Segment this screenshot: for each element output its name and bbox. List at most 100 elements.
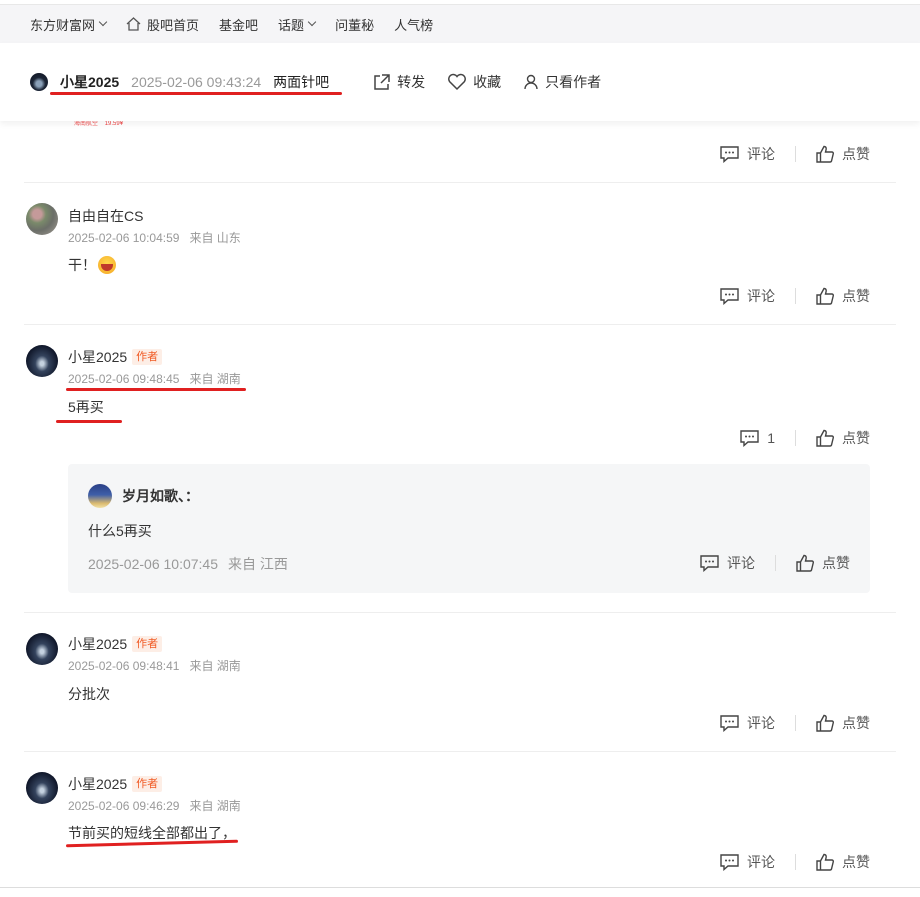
nav-topics-label: 话题 xyxy=(278,17,305,33)
reply-time: 2025-02-06 10:07:45 xyxy=(88,556,218,572)
thumbnail-price: 19.59¥ xyxy=(104,121,124,127)
share-icon xyxy=(374,74,390,90)
like-button[interactable]: 点赞 xyxy=(816,286,870,306)
like-label: 点赞 xyxy=(842,715,870,731)
reply-text: 什么5再买 xyxy=(88,523,152,539)
like-button[interactable]: 点赞 xyxy=(816,428,870,448)
nav-guba-home[interactable]: 股吧首页 xyxy=(126,15,199,34)
divider xyxy=(795,430,796,446)
author-avatar[interactable] xyxy=(30,73,48,91)
comment-icon xyxy=(720,853,739,871)
reply-location: 来自 江西 xyxy=(228,556,288,572)
comment-text: 5再买 xyxy=(68,397,104,417)
author-badge: 作者 xyxy=(132,349,163,365)
annotation-underline xyxy=(66,388,246,391)
comment-location: 来自 湖南 xyxy=(189,372,241,386)
comment-item: 小星2025 作者 2025-02-06 09:48:45 来自 湖南 5再买 1 … xyxy=(24,325,896,613)
image-thumbnail[interactable]: 海南航空 19.59¥ xyxy=(74,121,123,127)
nav-eastmoney-label: 东方财富网 xyxy=(30,17,96,33)
chevron-down-icon xyxy=(98,17,108,27)
reply-avatar[interactable] xyxy=(88,484,112,508)
comment-button[interactable]: 评论 xyxy=(720,713,775,733)
divider xyxy=(795,854,796,870)
reply-box: 岁月如歌、： 什么5再买 2025-02-06 10:07:45 来自 江西 评论… xyxy=(68,464,870,593)
author-only-label: 只看作者 xyxy=(545,74,602,90)
comment-actions: 评论 点赞 xyxy=(720,286,870,306)
comment-button[interactable]: 评论 xyxy=(720,852,775,872)
like-button[interactable]: 点赞 xyxy=(816,713,870,733)
chevron-down-icon xyxy=(307,17,317,27)
nav-fund-bar[interactable]: 基金吧 xyxy=(219,15,258,34)
like-button[interactable]: 点赞 xyxy=(816,852,870,872)
comment-actions: 评论 点赞 xyxy=(720,713,870,733)
comment-icon xyxy=(720,145,739,163)
author-only-button[interactable]: 只看作者 xyxy=(523,72,601,92)
like-button[interactable]: 点赞 xyxy=(816,144,870,164)
comment-location: 来自 山东 xyxy=(189,231,241,245)
comment-text-content: 5再买 xyxy=(68,399,104,415)
comment-count: 1 xyxy=(767,430,775,446)
author-badge: 作者 xyxy=(132,636,163,652)
reply-meta: 2025-02-06 10:07:45 来自 江西 xyxy=(88,554,288,574)
thumbs-up-icon xyxy=(816,714,834,732)
share-button[interactable]: 转发 xyxy=(373,72,425,92)
reply-actions: 评论 点赞 xyxy=(700,553,850,573)
post-header-bar: 小星2025 2025-02-06 09:43:24 两面针吧 转发 收藏 只看… xyxy=(0,43,920,121)
thumbs-up-icon xyxy=(796,554,814,572)
divider xyxy=(795,146,796,162)
comment-button[interactable]: 评论 xyxy=(700,553,755,573)
nav-guba-home-label: 股吧首页 xyxy=(147,17,200,33)
home-icon xyxy=(126,17,141,31)
comment-item: 自由自在CS 2025-02-06 10:04:59 来自 山东 干！ 评论 点赞 xyxy=(24,183,896,325)
comment-button[interactable]: 1 xyxy=(740,429,775,447)
nav-eastmoney[interactable]: 东方财富网 xyxy=(30,15,108,34)
commenter-name[interactable]: 小星2025 作者 xyxy=(68,347,163,367)
nav-popularity[interactable]: 人气榜 xyxy=(394,15,433,34)
comment-button[interactable]: 评论 xyxy=(720,286,775,306)
comment-label: 评论 xyxy=(747,854,775,870)
avatar[interactable] xyxy=(26,772,58,804)
nav-topics[interactable]: 话题 xyxy=(278,15,317,34)
favorite-button[interactable]: 收藏 xyxy=(447,72,501,92)
divider xyxy=(795,288,796,304)
like-label: 点赞 xyxy=(842,288,870,304)
divider xyxy=(775,555,776,571)
comment-meta: 2025-02-06 09:48:41 来自 湖南 xyxy=(68,657,241,674)
nav-ask-secretary[interactable]: 问董秘 xyxy=(335,15,374,34)
comment-meta: 2025-02-06 10:04:59 来自 山东 xyxy=(68,229,241,246)
comment-time: 2025-02-06 09:48:41 xyxy=(68,659,180,673)
avatar[interactable] xyxy=(26,633,58,665)
favorite-label: 收藏 xyxy=(473,74,502,90)
post-time: 2025-02-06 09:43:24 xyxy=(131,74,262,90)
commenter-name-text: 小星2025 xyxy=(68,636,128,652)
comment-time: 2025-02-06 10:04:59 xyxy=(68,231,180,245)
like-label: 点赞 xyxy=(842,146,870,162)
avatar[interactable] xyxy=(26,345,58,377)
comment-actions: 1 点赞 xyxy=(740,428,870,448)
thumbnail-caption: 海南航空 xyxy=(74,121,99,127)
avatar[interactable] xyxy=(26,203,58,235)
divider xyxy=(795,715,796,731)
share-label: 转发 xyxy=(397,74,426,90)
reply-name[interactable]: 岁月如歌、： xyxy=(122,486,199,506)
commenter-name[interactable]: 小星2025 作者 xyxy=(68,634,163,654)
post-author[interactable]: 小星2025 xyxy=(60,72,119,92)
commenter-name-text: 小星2025 xyxy=(68,776,128,792)
laughing-emoji-icon xyxy=(98,256,116,274)
comment-item: 小星2025 作者 2025-02-06 09:46:29 来自 湖南 节前买的短线… xyxy=(24,752,896,888)
thumbs-up-icon xyxy=(816,287,834,305)
annotation-underline xyxy=(56,420,122,423)
comment-meta: 2025-02-06 09:48:45 来自 湖南 xyxy=(68,370,241,387)
author-badge: 作者 xyxy=(132,776,163,792)
comment-label: 评论 xyxy=(747,288,775,304)
commenter-name-text: 小星2025 xyxy=(68,349,128,365)
post-bar-name[interactable]: 两面针吧 xyxy=(273,72,329,92)
comment-meta: 2025-02-06 09:46:29 来自 湖南 xyxy=(68,797,241,814)
comment-button[interactable]: 评论 xyxy=(720,144,775,164)
like-button[interactable]: 点赞 xyxy=(796,553,850,573)
comment-label: 评论 xyxy=(747,146,775,162)
commenter-name[interactable]: 自由自在CS xyxy=(68,206,143,226)
comment-location: 来自 湖南 xyxy=(189,659,241,673)
commenter-name[interactable]: 小星2025 作者 xyxy=(68,774,163,794)
bottom-divider xyxy=(0,887,920,888)
